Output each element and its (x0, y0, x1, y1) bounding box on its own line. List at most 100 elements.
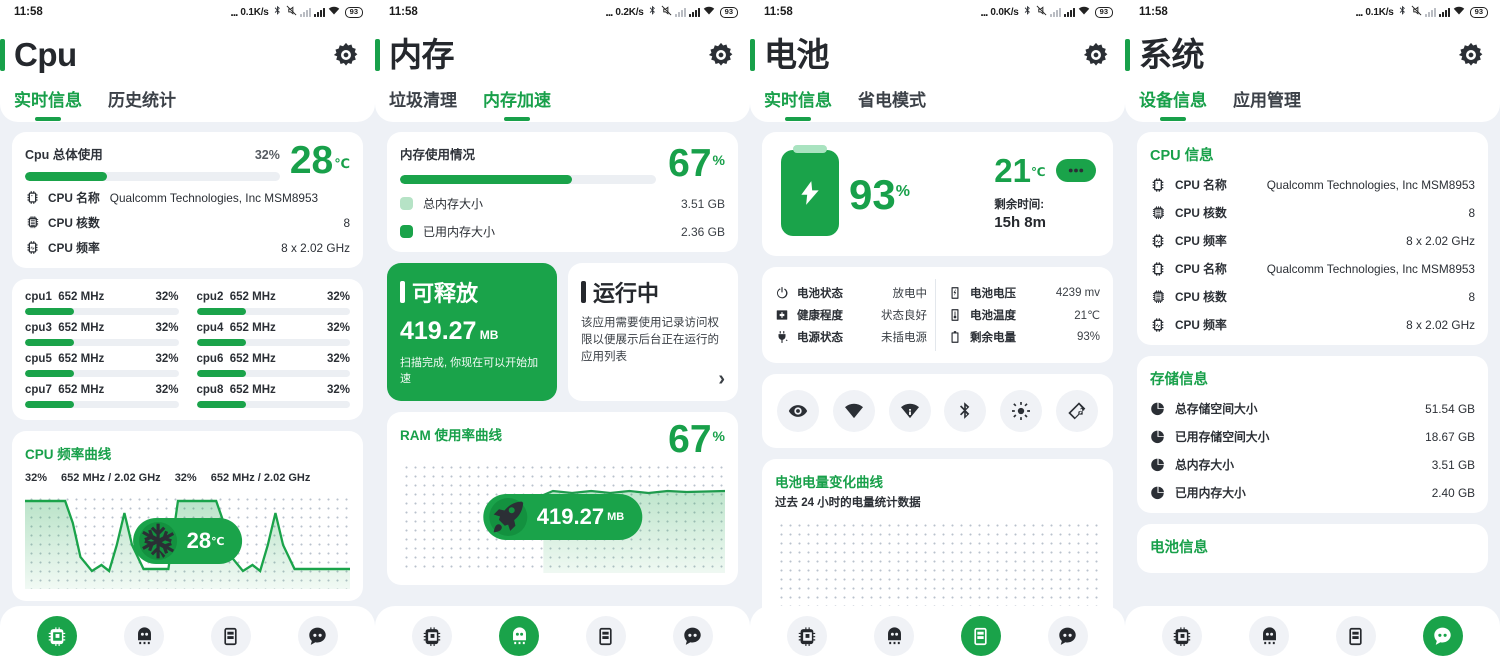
battery-body: 93% 21 ℃ 剩余时间: 15h 8m 电池状态 放电中 健康程度 状态良好 电源状态 未插电源… (750, 122, 1125, 666)
tab-2[interactable]: 省电模式 (858, 86, 926, 125)
system-info-row: CPU 核数 8 (1150, 288, 1475, 305)
accent-bar (400, 281, 405, 303)
cpu-temp-pill[interactable]: 28 ℃ (132, 518, 243, 564)
stat-value: 93% (1076, 331, 1100, 343)
legend-swatch (400, 197, 413, 210)
tab-1[interactable]: 垃圾清理 (389, 86, 457, 125)
core-progress (196, 370, 350, 377)
chevron-right-icon[interactable]: › (718, 368, 725, 391)
nav-item-memory[interactable] (1249, 616, 1290, 656)
tab-1[interactable]: 设备信息 (1139, 86, 1207, 125)
chart-sub-item: 32% (174, 472, 197, 484)
info-key: CPU 名称 (1175, 262, 1227, 276)
app-header: 电池 实时信息 省电模式 (750, 24, 1125, 122)
toggle-wifi-info[interactable] (888, 390, 931, 432)
toggle-bluetooth[interactable] (944, 390, 987, 432)
nav-item-cpu[interactable] (37, 616, 78, 656)
releasable-value: 419.27 MB (400, 317, 499, 345)
status-time: 11:58 (1139, 6, 1168, 18)
tab-1[interactable]: 实时信息 (14, 86, 82, 125)
toggle-eye[interactable] (777, 390, 819, 432)
status-bar: 11:58... 0.2K/s 93 (375, 0, 750, 24)
battery-stats-card: 电池状态 放电中 健康程度 状态良好 电源状态 未插电源 电池电压 4239 mv 电池温度 21… (762, 267, 1113, 363)
nav-item-cpu[interactable] (787, 616, 828, 656)
bluetooth-status-icon (647, 5, 658, 19)
info-value: Qualcomm Technologies, Inc MSM8953 (1266, 177, 1475, 192)
stat-key: 电池电压 (970, 288, 1016, 300)
cpu-chart-card: CPU 频率曲线 32% 652 MHz / 2.02 GHz 32% 652 MHz … (12, 431, 363, 601)
nav-item-system[interactable] (297, 616, 338, 656)
panel-system: 11:58... 0.1K/s 93 系统 设备信息 应用管理 CPU 信息 CPU 名称 Qu… (1125, 0, 1500, 666)
battery-hero-card: 93% 21 ℃ 剩余时间: 15h 8m (762, 132, 1113, 256)
toggle-brightness[interactable] (1000, 390, 1043, 432)
battery-level-icon (948, 330, 962, 344)
nav-item-battery[interactable] (585, 616, 626, 656)
tab-2[interactable]: 历史统计 (108, 86, 176, 125)
nav-item-battery[interactable] (210, 616, 251, 656)
releasable-card[interactable]: 可释放 419.27 MB 扫描完成, 你现在可以开始加速 (387, 263, 557, 401)
nav-item-system[interactable] (1047, 616, 1088, 656)
pie-icon (1150, 429, 1166, 445)
running-apps-card[interactable]: 运行中该应用需要使用记录访问权限以便展示后台正在运行的应用列表 › (568, 263, 738, 401)
ram-release-pill[interactable]: 419.27 MB (482, 494, 643, 540)
network-speed: 0.1K/s (1365, 6, 1394, 18)
gear-icon[interactable] (333, 42, 359, 68)
panel-memory: 11:58... 0.2K/s 93 内存 垃圾清理 内存加速 内存使用情况 67% 总内存大小… (375, 0, 750, 666)
memory-usage-percent: 67% (668, 142, 725, 185)
core-percent: 32% (155, 353, 179, 365)
nav-item-cpu[interactable] (1162, 616, 1203, 656)
core-percent: 32% (326, 322, 350, 334)
battery-stat-row: 电池电压 4239 mv (948, 285, 1100, 301)
toggle-wifi[interactable] (832, 390, 875, 432)
ram-usage-plot: 419.27 MB (400, 461, 725, 573)
battery-bolt-icon (781, 145, 839, 236)
tab-2[interactable]: 内存加速 (483, 86, 551, 125)
legend-value: 3.51 GB (680, 196, 725, 211)
nav-item-memory[interactable] (874, 616, 915, 656)
status-time: 11:58 (764, 6, 793, 18)
nav-item-cpu[interactable] (412, 616, 453, 656)
core-name: cpu7 652 MHz (25, 384, 105, 396)
info-key: 总内存大小 (1175, 458, 1234, 472)
toggle-rotation-lock[interactable] (1055, 390, 1098, 432)
signal-1-icon (1424, 7, 1436, 17)
nav-item-memory[interactable] (124, 616, 165, 656)
memory-ghost-nav-icon (134, 626, 155, 647)
system-chat-nav-icon (1057, 626, 1078, 647)
nav-item-battery[interactable] (960, 616, 1001, 656)
more-dots-icon[interactable] (1056, 159, 1096, 182)
chart-subtitle: 32% 652 MHz / 2.02 GHz 32% 652 MHz / 2.02 G… (25, 472, 350, 484)
pie-icon (1150, 401, 1166, 417)
memory-ghost-nav-icon (884, 626, 905, 647)
core-item: cpu1 652 MHz 32% (25, 291, 179, 315)
tab-1[interactable]: 实时信息 (764, 86, 832, 125)
gear-icon[interactable] (708, 42, 734, 68)
system-section: CPU 信息 CPU 名称 Qualcomm Technologies, Inc M… (1137, 132, 1488, 345)
nav-item-system[interactable] (672, 616, 713, 656)
pie-icon (1150, 485, 1166, 501)
nav-item-system[interactable] (1422, 616, 1463, 656)
info-key: CPU 频率 (1175, 318, 1227, 332)
nav-item-memory[interactable] (499, 616, 540, 656)
info-value: 8 x 2.02 GHz (1406, 233, 1475, 248)
rocket-icon (488, 498, 527, 536)
cpu-cores-icon (1150, 205, 1166, 221)
snowflake-icon (138, 522, 177, 560)
info-value: 51.54 GB (1425, 401, 1475, 416)
app-header: 内存 垃圾清理 内存加速 (375, 24, 750, 122)
running-description: 该应用需要使用记录访问权限以便展示后台正在运行的应用列表 (581, 317, 719, 363)
info-value: 8 (1468, 205, 1475, 220)
running-heading: 运行中 (593, 281, 660, 306)
legend-label: 已用内存大小 (423, 225, 496, 239)
nav-item-battery[interactable] (1335, 616, 1376, 656)
quick-toggles-card (762, 374, 1113, 448)
gear-icon[interactable] (1458, 42, 1484, 68)
stat-value: 放电中 (892, 288, 928, 300)
gear-icon[interactable] (1083, 42, 1109, 68)
memory-ghost-nav-icon (509, 626, 530, 647)
remaining-time-value: 15h 8m (994, 214, 1046, 231)
tab-2[interactable]: 应用管理 (1233, 86, 1301, 125)
battery-status-badge: 93 (1094, 6, 1113, 18)
bottom-nav (375, 606, 750, 666)
cpu-usage-progress (25, 172, 280, 181)
